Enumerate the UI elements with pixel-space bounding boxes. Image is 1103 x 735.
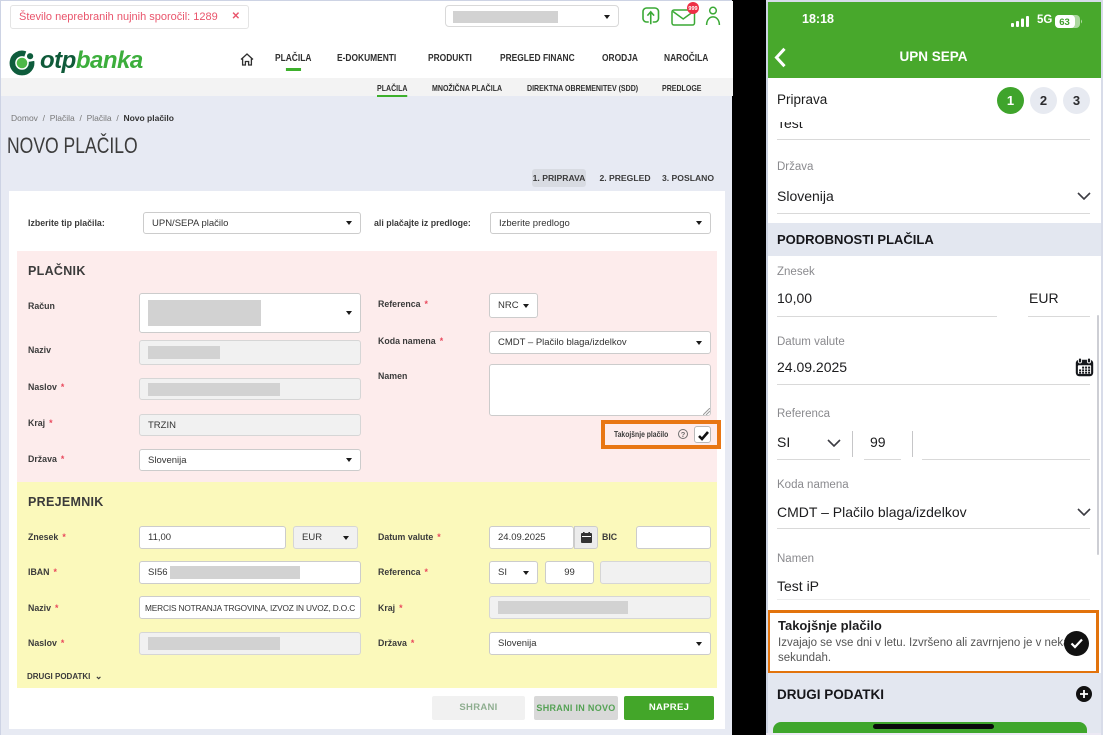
svg-text:999: 999	[688, 6, 697, 12]
svg-text:63: 63	[1059, 17, 1070, 28]
